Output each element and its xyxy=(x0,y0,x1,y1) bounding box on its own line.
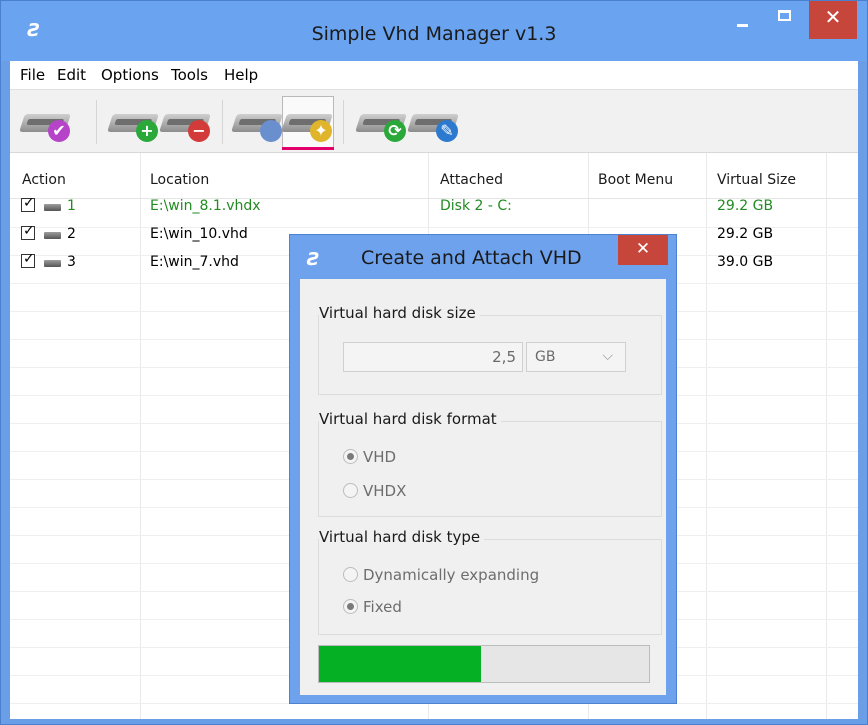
drive-wizard-button[interactable]: ✦ xyxy=(281,100,334,144)
menu-file[interactable]: File xyxy=(20,66,45,84)
menu-edit[interactable]: Edit xyxy=(57,66,86,84)
list-header: Action Location Attached Boot Menu Virtu… xyxy=(10,153,858,199)
row-location: E:\win_7.vhd xyxy=(150,254,239,270)
maximize-button[interactable] xyxy=(766,1,806,43)
menu-tools[interactable]: Tools xyxy=(171,66,208,84)
dialog-body: Virtual hard disk size 2,5 GB ⌵ Virtual … xyxy=(300,279,666,695)
progress-fill xyxy=(319,646,481,682)
row-checkbox[interactable]: ✓ xyxy=(21,251,35,268)
dialog-app-icon: Ƨ xyxy=(307,249,320,270)
minimize-button[interactable] xyxy=(723,1,763,43)
row-checkbox[interactable]: ✓ xyxy=(21,195,35,212)
drive-icon xyxy=(44,204,61,211)
drive-mouse-icon xyxy=(260,120,282,142)
row-number: 3 xyxy=(67,254,76,270)
dialog-close-button[interactable]: ✕ xyxy=(618,235,668,265)
column-header-action[interactable]: Action xyxy=(22,172,66,188)
toolbar-separator xyxy=(222,100,223,144)
toolbar: ✔ + − ✦ ⟳ ✎ xyxy=(10,89,858,153)
progress-bar xyxy=(318,645,650,683)
row-virtual-size: 29.2 GB xyxy=(717,198,774,214)
row-number: 2 xyxy=(67,226,76,242)
column-header-location[interactable]: Location xyxy=(150,172,209,188)
radio-selected-icon xyxy=(343,599,358,614)
size-unit-value: GB xyxy=(535,349,556,365)
menu-help[interactable]: Help xyxy=(224,66,258,84)
drive-wizard-icon: ✦ xyxy=(310,120,332,142)
radio-unselected-icon xyxy=(343,567,358,582)
row-location: E:\win_10.vhd xyxy=(150,226,248,242)
minimize-icon xyxy=(737,24,748,27)
drive-remove-button[interactable]: − xyxy=(159,100,212,144)
type-group: Virtual hard disk type Dynamically expan… xyxy=(318,528,662,635)
active-tool-indicator xyxy=(282,147,334,150)
type-group-label: Virtual hard disk type xyxy=(319,528,485,546)
create-attach-vhd-dialog: Ƨ Create and Attach VHD ✕ Virtual hard d… xyxy=(289,234,677,704)
main-window: Ƨ Simple Vhd Manager v1.3 ✕ File Edit Op… xyxy=(0,0,868,725)
format-option-label: VHD xyxy=(363,448,397,466)
row-virtual-size: 29.2 GB xyxy=(717,226,774,242)
format-group-label: Virtual hard disk format xyxy=(319,410,501,428)
size-group: Virtual hard disk size 2,5 GB ⌵ xyxy=(318,304,662,395)
radio-selected-icon xyxy=(343,449,358,464)
radio-unselected-icon xyxy=(343,483,358,498)
drive-check-icon: ✔ xyxy=(48,120,70,142)
size-unit-select[interactable]: GB ⌵ xyxy=(526,342,626,372)
menu-options[interactable]: Options xyxy=(101,66,159,84)
drive-refresh-icon: ⟳ xyxy=(384,120,406,142)
drive-mouse-button[interactable] xyxy=(231,100,284,144)
toolbar-separator xyxy=(343,100,344,144)
title-bar[interactable]: Ƨ Simple Vhd Manager v1.3 ✕ xyxy=(1,1,867,61)
close-button[interactable]: ✕ xyxy=(809,1,857,39)
size-group-label: Virtual hard disk size xyxy=(319,304,480,322)
drive-check-button[interactable]: ✔ xyxy=(19,100,72,144)
size-input[interactable]: 2,5 xyxy=(343,342,523,372)
toolbar-separator xyxy=(96,100,97,144)
drive-remove-icon: − xyxy=(188,120,210,142)
column-header-attached[interactable]: Attached xyxy=(440,172,503,188)
drive-settings-icon: ✎ xyxy=(436,120,458,142)
drive-settings-button[interactable]: ✎ xyxy=(407,100,460,144)
drive-icon xyxy=(44,232,61,239)
drive-add-icon: + xyxy=(136,120,158,142)
column-header-virtual-size[interactable]: Virtual Size xyxy=(717,172,796,188)
row-virtual-size: 39.0 GB xyxy=(717,254,774,270)
menu-bar: File Edit Options Tools Help xyxy=(10,61,858,89)
close-icon: ✕ xyxy=(635,239,651,259)
close-icon: ✕ xyxy=(824,5,842,29)
maximize-icon xyxy=(778,10,791,21)
row-number: 1 xyxy=(67,198,76,214)
checkmark-icon: ✓ xyxy=(23,251,35,267)
column-header-boot-menu[interactable]: Boot Menu xyxy=(598,172,673,188)
checkmark-icon: ✓ xyxy=(23,223,35,239)
type-option-label: Fixed xyxy=(363,598,402,616)
row-attached: Disk 2 - C: xyxy=(440,198,512,214)
drive-add-button[interactable]: + xyxy=(107,100,160,144)
drive-refresh-button[interactable]: ⟳ xyxy=(355,100,408,144)
drive-icon xyxy=(44,260,61,267)
checkmark-icon: ✓ xyxy=(23,195,35,211)
type-option-label: Dynamically expanding xyxy=(363,566,540,584)
size-value: 2,5 xyxy=(492,348,516,366)
format-group: Virtual hard disk format VHD VHDX xyxy=(318,410,662,517)
table-row[interactable]: ✓ 1 E:\win_8.1.vhdx Disk 2 - C: 29.2 GB xyxy=(10,195,858,223)
dialog-title: Create and Attach VHD xyxy=(361,247,582,269)
row-checkbox[interactable]: ✓ xyxy=(21,223,35,240)
chevron-down-icon: ⌵ xyxy=(602,348,613,364)
row-location: E:\win_8.1.vhdx xyxy=(150,198,261,214)
format-option-label: VHDX xyxy=(363,482,407,500)
